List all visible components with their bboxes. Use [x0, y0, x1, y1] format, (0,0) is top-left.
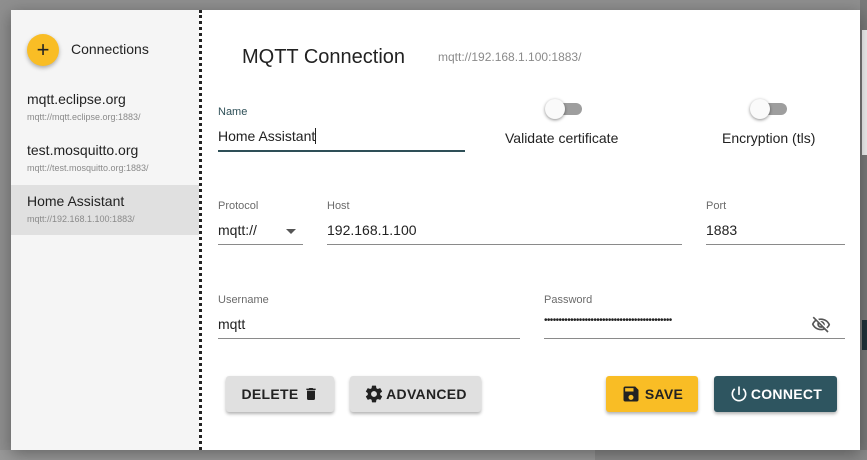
floppy-disk-icon: [621, 384, 641, 404]
name-value: Home Assistant: [218, 128, 316, 144]
power-icon: [729, 384, 749, 404]
background-window-edge: [860, 0, 867, 460]
plus-icon: +: [36, 37, 50, 62]
port-input[interactable]: 1883: [706, 222, 737, 238]
host-label: Host: [327, 200, 350, 212]
protocol-label: Protocol: [218, 200, 259, 212]
connections-title: Connections: [71, 41, 149, 57]
port-label: Port: [706, 200, 727, 212]
encryption-toggle[interactable]: [750, 98, 788, 120]
dialog-title: MQTT Connection: [242, 46, 406, 68]
background-segment: [595, 450, 867, 460]
host-input[interactable]: 192.168.1.100: [327, 222, 417, 238]
delete-button[interactable]: DELETE: [226, 376, 334, 412]
protocol-underline: [218, 244, 303, 245]
dialog-url: mqtt://192.168.1.100:1883/: [438, 50, 582, 64]
name-input[interactable]: Home Assistant: [218, 128, 317, 144]
sidebar-divider: [199, 10, 202, 450]
chevron-down-icon[interactable]: [286, 229, 296, 234]
username-input[interactable]: mqtt: [218, 316, 245, 332]
visibility-off-icon[interactable]: [809, 315, 833, 335]
connection-url: mqtt://192.168.1.100:1883/: [27, 214, 135, 224]
connection-name: mqtt.eclipse.org: [27, 91, 126, 107]
text-caret: [315, 128, 317, 144]
connect-label: CONNECT: [750, 386, 823, 402]
save-label: SAVE: [644, 386, 684, 402]
connection-url: mqtt://test.mosquitto.org:1883/: [27, 163, 149, 173]
advanced-button[interactable]: ADVANCED: [350, 376, 481, 412]
password-input[interactable]: ••••••••••••••••••••••••••••••••••••••••…: [544, 315, 749, 326]
background-window-bottom: [0, 450, 867, 460]
password-label: Password: [544, 294, 593, 306]
password-underline: [544, 338, 845, 339]
username-underline: [218, 338, 520, 339]
connection-url: mqtt://mqtt.eclipse.org:1883/: [27, 112, 141, 122]
host-underline: [327, 244, 682, 245]
connections-sidebar: + Connections mqtt.eclipse.org mqtt://mq…: [11, 10, 199, 450]
toggle-thumb: [750, 99, 770, 119]
add-connection-button[interactable]: +: [27, 34, 59, 66]
connection-item-selected[interactable]: Home Assistant mqtt://192.168.1.100:1883…: [11, 185, 199, 235]
encryption-label: Encryption (tls): [722, 130, 816, 146]
validate-certificate-toggle[interactable]: [545, 98, 583, 120]
name-label: Name: [218, 106, 248, 118]
connection-item[interactable]: test.mosquitto.org mqtt://test.mosquitto…: [11, 134, 199, 184]
gear-icon: [364, 384, 384, 404]
username-label: Username: [218, 294, 269, 306]
background-panel: [862, 30, 867, 155]
connection-name: Home Assistant: [27, 193, 125, 209]
validate-certificate-label: Validate certificate: [505, 130, 619, 146]
save-button[interactable]: SAVE: [606, 376, 698, 412]
connection-item[interactable]: mqtt.eclipse.org mqtt://mqtt.eclipse.org…: [11, 83, 199, 133]
advanced-label: ADVANCED: [386, 386, 467, 402]
name-underline: [218, 150, 465, 152]
protocol-select[interactable]: mqtt://: [218, 222, 257, 238]
delete-label: DELETE: [241, 386, 299, 402]
port-underline: [706, 244, 845, 245]
connect-button[interactable]: CONNECT: [714, 376, 837, 412]
trash-icon: [303, 385, 319, 403]
toggle-thumb: [545, 99, 565, 119]
connection-name: test.mosquitto.org: [27, 142, 139, 158]
background-panel-dark: [862, 320, 867, 350]
connection-dialog: + Connections mqtt.eclipse.org mqtt://mq…: [11, 10, 860, 450]
